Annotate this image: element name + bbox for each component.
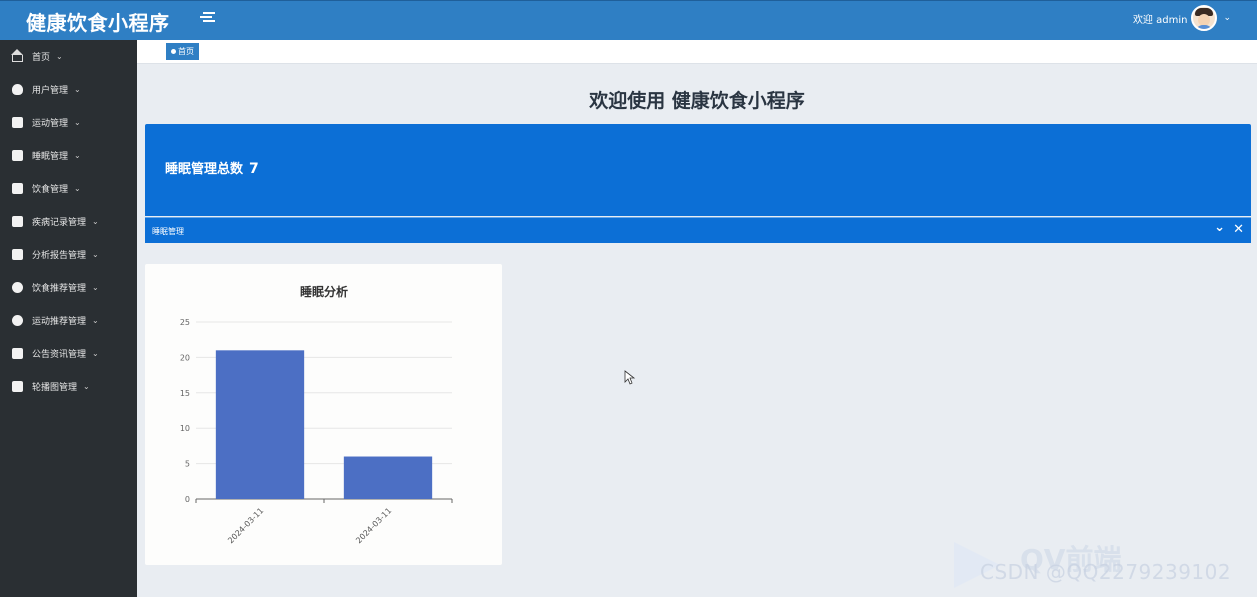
chevron-down-icon: ⌄: [83, 382, 90, 391]
y-tick-label: 10: [180, 424, 190, 433]
bar: [343, 456, 433, 499]
x-tick-label: 2024-03-11: [354, 506, 393, 545]
sidebar-item-sleep[interactable]: 睡眠管理 ⌄: [0, 139, 137, 172]
sidebar-item-home[interactable]: 首页 ⌄: [0, 40, 137, 73]
stat-card-footer: 睡眠管理 ⌄ ✕: [145, 217, 1251, 243]
top-header: 健康饮食小程序 欢迎 admin ⌄: [0, 0, 1257, 40]
stat-footer-label: 睡眠管理: [152, 227, 184, 236]
tab-bar: 首页: [137, 40, 1257, 64]
chevron-down-icon: ⌄: [92, 349, 99, 358]
user-menu[interactable]: 欢迎 admin ⌄: [1133, 5, 1231, 31]
sidebar-item-analysis-reports[interactable]: 分析报告管理 ⌄: [0, 238, 137, 271]
chevron-down-icon: ⌄: [56, 52, 63, 61]
sidebar-item-label: 分析报告管理: [32, 251, 87, 261]
book-icon: [12, 183, 23, 194]
menu-fold-icon[interactable]: [200, 11, 216, 27]
info-icon: [12, 282, 23, 293]
sidebar-item-label: 首页: [32, 53, 51, 63]
close-icon[interactable]: ✕: [1233, 222, 1244, 237]
sidebar-item-label: 运动推荐管理: [32, 317, 87, 327]
chevron-down-icon: ⌄: [74, 85, 81, 94]
sidebar-item-diet[interactable]: 饮食管理 ⌄: [0, 172, 137, 205]
stat-card: 睡眠管理总数 7: [145, 124, 1251, 216]
tab-home[interactable]: 首页: [166, 43, 199, 60]
chevron-down-icon[interactable]: ⌄: [1214, 220, 1225, 235]
stat-label: 睡眠管理总数: [165, 162, 244, 177]
sidebar-item-users[interactable]: 用户管理 ⌄: [0, 73, 137, 106]
sidebar-item-label: 饮食管理: [32, 185, 69, 195]
sidebar-item-label: 疾病记录管理: [32, 218, 87, 228]
sidebar-item-exercise[interactable]: 运动管理 ⌄: [0, 106, 137, 139]
x-tick-label: 2024-03-11: [226, 506, 265, 545]
chevron-down-icon: ⌄: [92, 217, 99, 226]
sidebar-item-label: 公告资讯管理: [32, 350, 87, 360]
sidebar-item-diet-recommend[interactable]: 饮食推荐管理 ⌄: [0, 271, 137, 304]
chevron-down-icon[interactable]: ⌄: [1223, 13, 1231, 23]
activity-icon: [12, 117, 23, 128]
chevron-down-icon: ⌄: [74, 118, 81, 127]
y-tick-label: 20: [180, 353, 190, 362]
y-tick-label: 25: [180, 318, 190, 327]
welcome-text: 欢迎 admin: [1132, 14, 1188, 26]
sidebar-item-label: 轮播图管理: [32, 383, 78, 393]
y-tick-label: 15: [180, 389, 190, 398]
sidebar-item-label: 饮食推荐管理: [32, 284, 87, 294]
sidebar-item-label: 用户管理: [32, 86, 69, 96]
chevron-down-icon: ⌄: [74, 184, 81, 193]
briefcase-icon: [12, 249, 23, 260]
chart-card: 睡眠分析 0 5 10 15 20 25 2024-03-11 2024-03-11: [145, 264, 502, 565]
home-icon: [11, 49, 23, 62]
mouse-cursor-icon: [624, 370, 636, 385]
stat-text: 睡眠管理总数 7: [165, 158, 259, 177]
avatar[interactable]: [1191, 5, 1218, 31]
watermark-text: CSDN @QQ2279239102: [980, 560, 1232, 584]
layout-icon: [12, 348, 23, 359]
y-tick-label: 5: [185, 460, 190, 469]
bed-icon: [12, 150, 23, 161]
chevron-down-icon: ⌄: [92, 316, 99, 325]
sidebar-item-label: 运动管理: [32, 119, 69, 129]
sidebar-item-disease-records[interactable]: 疾病记录管理 ⌄: [0, 205, 137, 238]
chevron-down-icon: ⌄: [92, 283, 99, 292]
sidebar: 首页 ⌄ 用户管理 ⌄ 运动管理 ⌄ 睡眠管理 ⌄ 饮食管理 ⌄ 疾病记录管理 …: [0, 40, 137, 597]
dot-icon: [171, 49, 176, 54]
page-title: 欢迎使用 健康饮食小程序: [589, 90, 805, 112]
y-tick-label: 0: [185, 495, 190, 504]
briefcase-icon: [12, 381, 23, 392]
app-title: 健康饮食小程序: [26, 11, 170, 35]
sidebar-item-carousel[interactable]: 轮播图管理 ⌄: [0, 370, 137, 403]
bar-chart: 睡眠分析 0 5 10 15 20 25 2024-03-11 2024-03-11: [180, 284, 453, 545]
sidebar-item-label: 睡眠管理: [32, 152, 69, 162]
sidebar-item-exercise-recommend[interactable]: 运动推荐管理 ⌄: [0, 304, 137, 337]
chevron-down-icon: ⌄: [74, 151, 81, 160]
tab-home-label: 首页: [178, 47, 194, 56]
chat-icon: [12, 315, 23, 326]
stat-count: 7: [249, 161, 259, 177]
user-icon: [12, 84, 23, 95]
chevron-down-icon: ⌄: [92, 250, 99, 259]
book-icon: [12, 216, 23, 227]
bar: [215, 350, 305, 499]
chart-title: 睡眠分析: [300, 284, 348, 299]
sidebar-item-announcements[interactable]: 公告资讯管理 ⌄: [0, 337, 137, 370]
